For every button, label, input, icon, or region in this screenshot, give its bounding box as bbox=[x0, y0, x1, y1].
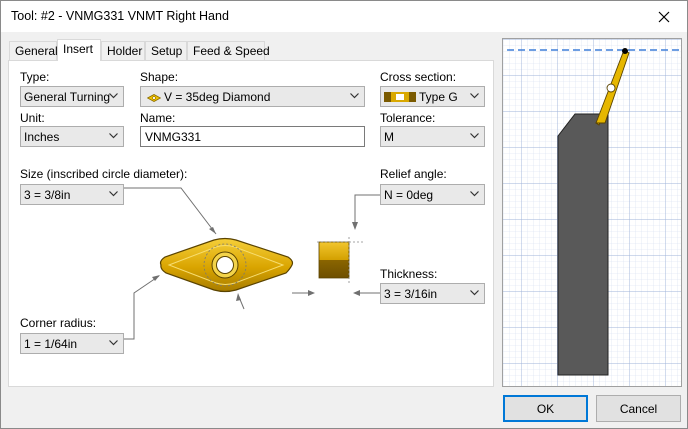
insert-panel: Type: General Turning Shape: V = 35deg D… bbox=[8, 60, 494, 387]
tool-preview-drawing bbox=[503, 39, 681, 386]
insert-diagram bbox=[124, 187, 380, 340]
insert-side-view bbox=[317, 237, 364, 283]
close-button[interactable] bbox=[641, 1, 687, 32]
close-icon bbox=[658, 11, 670, 22]
cancel-button[interactable]: Cancel bbox=[596, 395, 681, 422]
title-bar: Tool: #2 - VNMG331 VNMT Right Hand bbox=[1, 1, 687, 32]
tab-setup[interactable]: Setup bbox=[145, 41, 187, 61]
insert-top-view bbox=[159, 237, 294, 293]
tool-dialog: Tool: #2 - VNMG331 VNMT Right Hand Gener… bbox=[0, 0, 688, 429]
tab-insert[interactable]: Insert bbox=[57, 39, 101, 61]
tab-feed-speed[interactable]: Feed & Speed bbox=[187, 41, 270, 61]
ok-button[interactable]: OK bbox=[503, 395, 588, 422]
tab-holder[interactable]: Holder bbox=[101, 41, 145, 61]
tab-general[interactable]: General bbox=[9, 41, 58, 61]
window-title: Tool: #2 - VNMG331 VNMT Right Hand bbox=[11, 9, 229, 23]
tool-preview bbox=[502, 38, 682, 387]
